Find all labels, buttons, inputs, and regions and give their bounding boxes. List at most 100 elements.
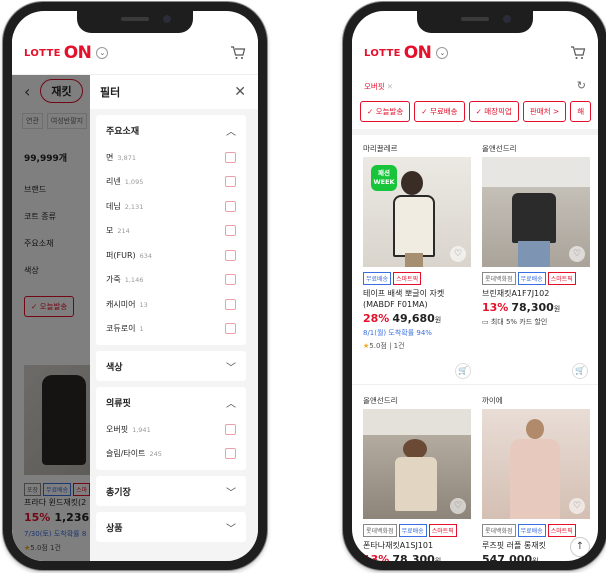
product-card[interactable]: 올앤선드리 ♡ 롯데백화점 무료배송 스마트픽 브린재킷A1F7J102 13%… [482, 143, 590, 327]
filter-option[interactable]: 퍼(FUR) 634 [96, 243, 246, 268]
option-count: 245 [149, 450, 162, 459]
product-image[interactable]: ♡ [363, 409, 471, 519]
close-icon[interactable]: ✕ [234, 84, 246, 100]
filter-option[interactable]: 가죽 1,146 [96, 268, 246, 293]
tag: 스마트픽 [393, 272, 422, 285]
filter-option[interactable]: 코듀로이 1 [96, 317, 246, 342]
logo-text: LOTTE [364, 47, 401, 59]
heart-icon[interactable]: ♡ [450, 498, 466, 514]
lotteon-logo[interactable]: LOTTE ON ⌄ [24, 43, 109, 63]
option-name: 슬림/타이트 [106, 449, 146, 459]
filter-panel: 필터 ✕ 주요소재 ︿ 면 3,871 리넨 1,095 데님 2,131 모 214 퍼(FUR)… [90, 75, 258, 561]
option-name: 면 [106, 152, 114, 162]
heart-icon[interactable]: ♡ [569, 498, 585, 514]
filter-section: 의류핏 ︿ 오버핏 1,941 슬림/타이트 245 [96, 387, 246, 470]
option-count: 3,871 [117, 153, 136, 162]
review-count: 1건 [393, 342, 405, 350]
checkbox[interactable] [225, 423, 236, 435]
lotteon-logo[interactable]: LOTTE ON ⌄ [364, 43, 449, 63]
brand[interactable]: 마리끌레르 [363, 143, 471, 157]
product-card[interactable]: 마리끌레르 패션 WEEK ♡ 무료배송 스마트픽 테이프 배색 뽀글이 자켓 … [363, 143, 471, 351]
product-card[interactable]: 까이에 ♡ 롯데백화점 무료배송 스마트픽 루즈핏 러플 롱재킷 547,000… [482, 395, 590, 561]
checkbox[interactable] [225, 323, 236, 335]
brand[interactable]: 올앤선드리 [363, 395, 471, 409]
filter-title: 필터 [100, 86, 121, 99]
checkbox[interactable] [225, 274, 236, 286]
product-name[interactable]: 폰타나재킷A1SJ101 [363, 540, 471, 551]
add-to-cart-icon[interactable]: 🛒 [455, 363, 471, 379]
filter-option-label: 리넨 1,095 [106, 176, 143, 187]
filter-section-title: 총기장 [106, 487, 131, 498]
product-price: 28% 49,680원 [363, 312, 471, 325]
option-count: 634 [139, 251, 153, 260]
cart-icon[interactable] [570, 45, 586, 60]
remove-icon[interactable]: ✕ [387, 82, 393, 91]
pill-more[interactable]: 해 [570, 101, 592, 122]
scroll-top-button[interactable]: ↑ [570, 537, 590, 557]
checkbox[interactable] [225, 249, 236, 261]
product-image[interactable]: 패션 WEEK ♡ [363, 157, 471, 267]
filter-section-header[interactable]: 색상 ﹀ [96, 351, 246, 381]
filter-option[interactable]: 슬림/타이트 245 [96, 442, 246, 467]
add-to-cart-icon[interactable]: 🛒 [572, 363, 588, 379]
heart-icon[interactable]: ♡ [569, 246, 585, 262]
tag: 무료배송 [517, 272, 546, 285]
pill-pickup[interactable]: ✓ 매장픽업 [468, 101, 519, 122]
brand[interactable]: 까이에 [482, 395, 590, 409]
filter-option[interactable]: 리넨 1,095 [96, 170, 246, 195]
filter-section-title: 의류핏 [106, 398, 131, 409]
tag: 롯데백화점 [482, 524, 516, 537]
chevron-down-icon[interactable]: ﹀ [226, 359, 236, 374]
checkbox[interactable] [225, 151, 236, 163]
filter-section-header[interactable]: 총기장 ﹀ [96, 476, 246, 506]
chevron-up-icon[interactable]: ︿ [226, 123, 236, 138]
heart-icon[interactable]: ♡ [450, 246, 466, 262]
discount: 13% [482, 301, 509, 314]
product-name[interactable]: 테이프 배색 뽀글이 자켓 (MABDF F01MA) [363, 288, 471, 310]
currency: 원 [434, 557, 442, 561]
delivery-info: 8/1(월) 도착확률 94% [363, 329, 432, 337]
chevron-up-icon[interactable]: ︿ [226, 395, 236, 410]
filter-option[interactable]: 모 214 [96, 219, 246, 244]
filter-option[interactable]: 캐시미어 13 [96, 292, 246, 317]
filter-section: 색상 ﹀ [96, 351, 246, 381]
refresh-icon[interactable]: ↻ [577, 79, 586, 92]
filter-section-title: 주요소재 [106, 126, 140, 137]
checkbox[interactable] [225, 176, 236, 188]
option-name: 오버핏 [106, 424, 129, 434]
product-card[interactable]: 올앤선드리 ♡ 롯데백화점 무료배송 스마트픽 폰타나재킷A1SJ101 13%… [363, 395, 471, 561]
chevron-down-icon[interactable]: ⌄ [436, 47, 449, 59]
pill-seller[interactable]: 판매처 > [522, 101, 567, 122]
checkbox[interactable] [225, 225, 236, 237]
product-image[interactable]: ♡ [482, 157, 590, 267]
chevron-down-icon[interactable]: ﹀ [226, 484, 236, 499]
credit-card-icon: ▭ [482, 318, 489, 326]
product-name[interactable]: 브린재킷A1F7J102 [482, 288, 590, 299]
brand[interactable]: 올앤선드리 [482, 143, 590, 157]
checkbox[interactable] [225, 448, 236, 460]
filter-option[interactable]: 오버핏 1,941 [96, 417, 246, 442]
active-filter-tag[interactable]: 오버핏 ✕ [364, 81, 393, 92]
card-discount-text: 최대 5% 카드 할인 [490, 318, 548, 326]
rating: ★5.0점 | 1건 [363, 342, 405, 350]
checkbox[interactable] [225, 200, 236, 212]
checkbox[interactable] [225, 298, 236, 310]
filter-option[interactable]: 면 3,871 [96, 145, 246, 170]
option-count: 1,941 [132, 425, 151, 434]
app-header: LOTTE ON ⌄ [352, 33, 598, 75]
product-price: 13% 78,300원 [482, 301, 590, 314]
option-count: 1,146 [124, 276, 144, 285]
chevron-down-icon[interactable]: ﹀ [226, 520, 236, 535]
filter-section-header[interactable]: 의류핏 ︿ [96, 387, 246, 417]
cart-icon[interactable] [230, 45, 246, 60]
price: 78,300 [511, 301, 554, 314]
pill-today[interactable]: ✓ 오늘발송 [360, 101, 411, 122]
chevron-down-icon[interactable]: ⌄ [96, 47, 109, 59]
filter-section-header[interactable]: 주요소재 ︿ [96, 115, 246, 145]
pill-free-ship[interactable]: ✓ 무료배송 [414, 101, 465, 122]
filter-option[interactable]: 데님 2,131 [96, 194, 246, 219]
product-image[interactable]: ♡ [482, 409, 590, 519]
logo-on: ON [63, 43, 92, 63]
filter-section-header[interactable]: 상품 ﹀ [96, 512, 246, 542]
filter-section: 주요소재 ︿ 면 3,871 리넨 1,095 데님 2,131 모 214 퍼(FUR) 634 가죽… [96, 115, 246, 345]
